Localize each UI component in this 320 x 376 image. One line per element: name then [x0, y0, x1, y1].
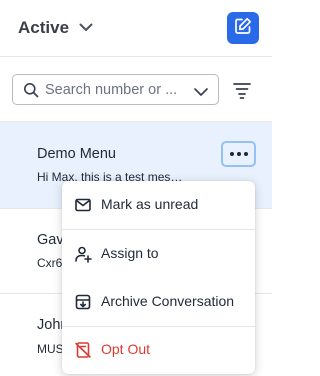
archive-icon	[74, 293, 92, 311]
opt-out-icon	[74, 341, 92, 359]
conversation-context-menu: Mark as unread Assign to Archive Convers…	[62, 181, 255, 374]
more-dots-icon	[229, 152, 234, 156]
conversation-name: Demo Menu	[37, 146, 116, 162]
menu-item-label: Opt Out	[101, 341, 151, 357]
status-filter-dropdown[interactable]: Active	[18, 14, 93, 42]
menu-item-label: Assign to	[101, 245, 159, 261]
menu-item-label: Archive Conversation	[101, 293, 235, 309]
search-box[interactable]	[12, 74, 219, 105]
more-dot	[243, 152, 248, 156]
search-icon	[23, 82, 39, 103]
conversation-preview: MUS	[37, 342, 64, 356]
filter-icon[interactable]	[232, 80, 252, 100]
search-input[interactable]	[45, 79, 185, 101]
chevron-down-icon	[79, 19, 93, 37]
conversation-preview: Cxr6	[37, 256, 63, 270]
edit-square-icon	[234, 17, 252, 40]
envelope-icon	[74, 196, 92, 214]
menu-item-label: Mark as unread	[101, 196, 199, 212]
menu-item-mark-as-unread[interactable]: Mark as unread	[62, 181, 255, 229]
search-scope-chevron-icon[interactable]	[193, 84, 209, 102]
menu-item-archive-conversation[interactable]: Archive Conversation	[62, 278, 255, 326]
user-plus-icon	[74, 245, 92, 263]
panel-header: Active	[0, 0, 272, 56]
conversation-panel: Active Demo Menu Hi Ma	[0, 0, 272, 376]
conversation-name: Gav	[37, 232, 64, 248]
more-dot	[236, 152, 241, 156]
header-divider	[0, 56, 272, 57]
compose-button[interactable]	[227, 12, 259, 44]
menu-item-assign-to[interactable]: Assign to	[62, 230, 255, 278]
status-filter-label: Active	[18, 18, 70, 37]
more-options-button[interactable]	[221, 141, 256, 167]
menu-item-opt-out[interactable]: Opt Out	[62, 326, 255, 374]
